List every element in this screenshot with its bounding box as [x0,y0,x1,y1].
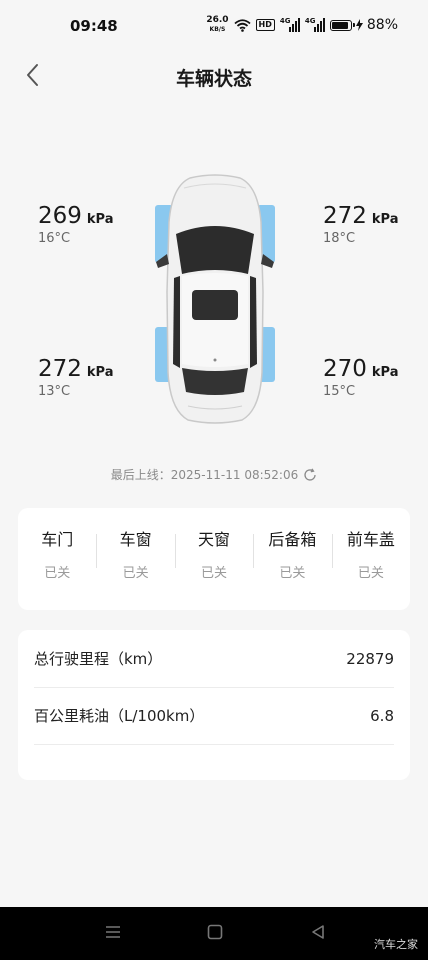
stat-row-mileage: 总行驶里程（km） 22879 [34,630,394,688]
stat-value: 6.8 [370,706,394,725]
tire-pressure: 272 [323,203,367,229]
status-item-value: 已关 [201,566,228,581]
tire-pressure: 270 [323,356,367,382]
status-bar: 09:48 26.0 KB/S HD 4G 4G 88% [0,0,428,52]
status-item-door: 车门 已关 [18,508,96,610]
tire-rear-right: 270 kPa 15°C [323,356,399,399]
tire-pressure-unit: kPa [371,365,399,380]
tire-front-right: 272 kPa 18°C [323,203,399,246]
network-speed-unit: KB/S [209,26,226,33]
watermark-text: 汽车之家 [374,938,418,951]
tire-rear-left: 272 kPa 13°C [38,356,114,399]
stat-label: 百公里耗油（L/100km） [34,707,205,725]
page-title: 车辆状态 [175,68,252,90]
status-item-name: 车窗 [119,530,152,549]
tire-pressure: 272 [38,356,82,382]
status-item-name: 车门 [41,530,74,549]
stat-label: 总行驶里程（km） [34,650,163,668]
tire-pressure-unit: kPa [86,365,114,380]
status-item-value: 已关 [44,566,71,581]
status-icons: 26.0 KB/S HD 4G 4G 88% [206,16,398,34]
status-item-window: 车窗 已关 [96,508,174,610]
status-item-value: 已关 [279,566,306,581]
network-speed: 26.0 KB/S [206,16,228,34]
network-speed-value: 26.0 [206,15,229,25]
sim2-network-type: 4G [304,17,316,25]
refresh-icon[interactable] [303,467,317,482]
clock: 09:48 [70,17,118,35]
last-online-row: 最后上线：2025-11-11 08:52:06 [0,466,428,483]
status-item-name: 后备箱 [268,530,317,549]
stat-row-fuel-consumption: 百公里耗油（L/100km） 6.8 [34,687,394,745]
system-navigation-bar: 汽车之家 [0,907,428,960]
last-online-text: 最后上线：2025-11-11 08:52:06 [110,468,299,482]
tire-pressure-unit: kPa [371,212,399,227]
tire-front-left: 269 kPa 16°C [38,203,114,246]
status-item-hood: 前车盖 已关 [331,508,410,610]
status-item-sunroof: 天窗 已关 [174,508,253,610]
tire-temperature: 18°C [323,231,356,246]
status-item-value: 已关 [357,566,384,581]
battery: 88% [329,17,398,33]
home-icon[interactable] [206,924,224,940]
title-bar: 车辆状态 [0,52,428,98]
hd-badge: HD [255,19,275,31]
battery-icon [329,19,355,31]
sim1-network-type: 4G [279,17,291,25]
status-item-name: 前车盖 [346,530,395,549]
vehicle-status-card: 车门 已关 车窗 已关 天窗 已关 后备箱 已关 前车盖 已关 [18,508,410,610]
battery-percent: 88% [366,17,398,33]
status-item-value: 已关 [122,566,149,581]
tire-temperature: 16°C [38,231,71,246]
status-item-name: 天窗 [198,530,231,549]
tire-temperature: 13°C [38,384,71,399]
menu-icon[interactable] [104,924,122,940]
car-top-view-image [155,174,275,424]
signal-icon: 4G [280,18,300,32]
tire-pressure-unit: kPa [86,212,114,227]
stat-value: 22879 [346,649,394,668]
tire-temperature: 15°C [323,384,356,399]
status-item-trunk: 后备箱 已关 [253,508,331,610]
charging-icon [355,19,363,31]
tire-pressure: 269 [38,203,82,229]
wifi-icon [233,18,251,32]
back-triangle-icon[interactable] [309,924,327,940]
vehicle-stats-card: 总行驶里程（km） 22879 百公里耗油（L/100km） 6.8 [18,630,410,780]
signal-icon-2: 4G [305,18,325,32]
